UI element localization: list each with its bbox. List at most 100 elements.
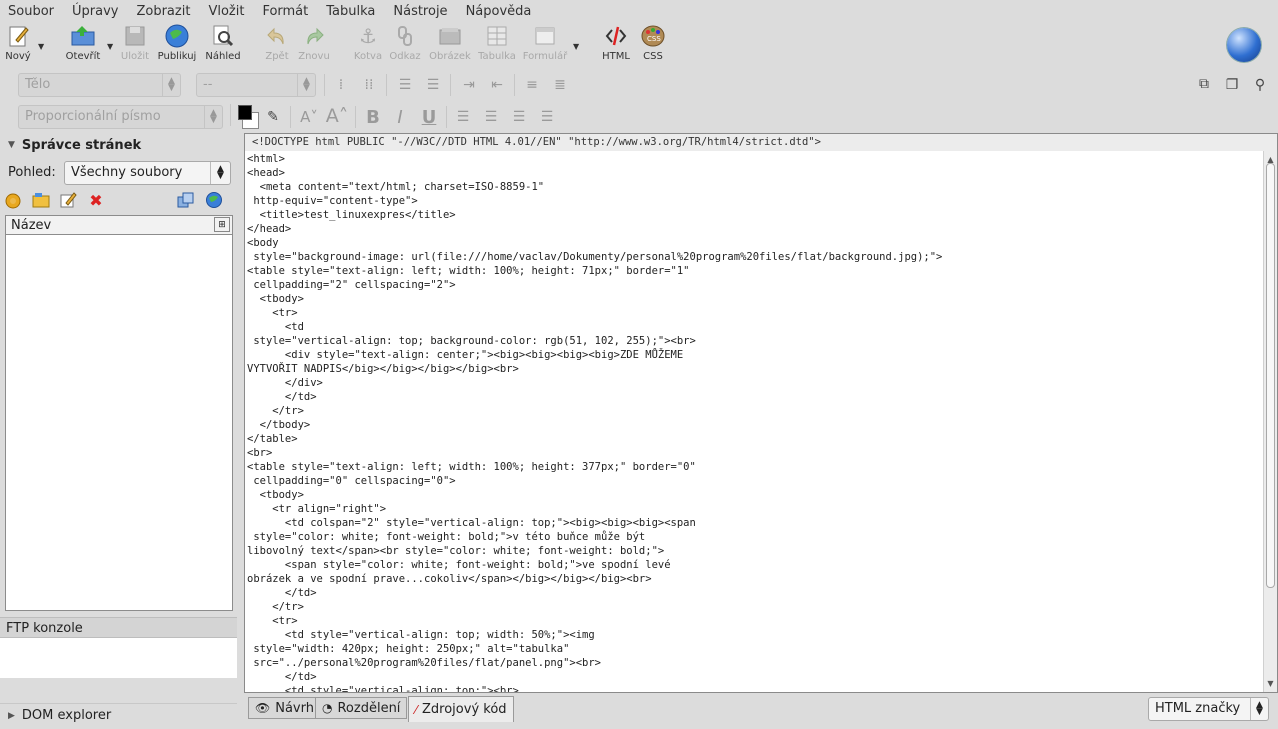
scrollbar-thumb[interactable] bbox=[1266, 163, 1275, 588]
table-button[interactable]: Tabulka bbox=[474, 24, 520, 62]
menu-vlozit[interactable]: Vložit bbox=[208, 4, 244, 19]
list-style-select[interactable]: -- ▲ ▼ bbox=[196, 73, 316, 97]
definition-list-icon[interactable]: ≣ bbox=[549, 74, 571, 96]
open-button[interactable]: Otevřít bbox=[60, 24, 106, 62]
css-button[interactable]: CSS CSS bbox=[630, 24, 676, 62]
edit-site-icon[interactable] bbox=[58, 190, 78, 210]
doctype-bar[interactable]: <!DOCTYPE html PUBLIC "-//W3C//DTD HTML … bbox=[245, 134, 1277, 151]
bullet-list-icon[interactable]: ☰ bbox=[422, 74, 444, 96]
justify-icon[interactable]: ☰ bbox=[536, 106, 558, 128]
align-left-icon[interactable]: ☰ bbox=[452, 106, 474, 128]
menu-zobrazit[interactable]: Zobrazit bbox=[136, 4, 190, 19]
menu-napoveda[interactable]: Nápověda bbox=[466, 4, 532, 19]
menu-tabulka[interactable]: Tabulka bbox=[326, 4, 375, 19]
menu-nastroje[interactable]: Nástroje bbox=[393, 4, 447, 19]
code-line: <tr align="right"> bbox=[247, 503, 387, 515]
spin-arrows-icon: ▲ ▼ bbox=[297, 74, 315, 96]
preview-button[interactable]: Náhled bbox=[200, 24, 246, 62]
code-line: <td style="vertical-align: top;"><br> bbox=[247, 685, 519, 692]
separator bbox=[324, 74, 325, 96]
align-right-icon[interactable]: ☰ bbox=[508, 106, 530, 128]
spin-arrows-icon: ▲ ▼ bbox=[1250, 698, 1268, 720]
css-palette-icon: CSS bbox=[640, 24, 666, 48]
code-area[interactable]: <html> <head> <meta content="text/html; c… bbox=[246, 152, 1262, 692]
open-site-folder-icon[interactable] bbox=[31, 190, 51, 210]
zoom-icon[interactable]: ⚲ bbox=[1249, 74, 1271, 96]
image-button[interactable]: Obrázek bbox=[427, 24, 473, 62]
italic-icon[interactable]: I bbox=[389, 106, 411, 128]
menu-format[interactable]: Formát bbox=[262, 4, 308, 19]
bold-icon[interactable]: B bbox=[362, 106, 384, 128]
align-center-icon[interactable]: ☰ bbox=[480, 106, 502, 128]
code-line: <div style="text-align: center;"><big><b… bbox=[247, 349, 684, 361]
mode-value: HTML značky bbox=[1155, 701, 1241, 716]
code-line: cellpadding="0" cellspacing="0"> bbox=[247, 475, 456, 487]
svg-text:CSS: CSS bbox=[647, 35, 661, 43]
table-edit-icon[interactable]: ⧉ bbox=[1193, 73, 1215, 95]
new-dropdown-icon[interactable]: ▼ bbox=[38, 42, 44, 51]
view-value: Všechny soubory bbox=[71, 165, 183, 180]
ftp-console-title: FTP konzole bbox=[6, 621, 83, 636]
delete-site-icon[interactable]: ✖ bbox=[86, 190, 106, 210]
save-button[interactable]: Uložit bbox=[112, 24, 158, 62]
paragraph-style-select[interactable]: Tělo ▲ ▼ bbox=[18, 73, 181, 97]
redo-button[interactable]: Znovu bbox=[291, 24, 337, 62]
nbsp-icon[interactable]: ⁞⁞ bbox=[358, 74, 380, 96]
form-label: Formulář bbox=[522, 51, 568, 62]
code-line: </head> bbox=[247, 223, 292, 235]
menu-soubor[interactable]: Soubor bbox=[8, 4, 54, 19]
form-dropdown-icon[interactable]: ▼ bbox=[573, 42, 579, 51]
mode-select[interactable]: HTML značky ▲ ▼ bbox=[1148, 697, 1269, 721]
tab-design[interactable]: 👁 Návrh bbox=[248, 697, 321, 719]
indent-icon[interactable]: ⇥ bbox=[458, 74, 480, 96]
code-line: VYTVOŘIT NADPIS</big></big></big></big><… bbox=[247, 363, 519, 375]
site-manager-title: Správce stránek bbox=[21, 137, 142, 153]
smaller-font-icon[interactable]: A˅ bbox=[298, 106, 320, 128]
tab-split[interactable]: ◔ Rozdělení bbox=[315, 697, 408, 719]
ftp-console-header[interactable]: FTP konzole bbox=[0, 617, 237, 638]
tab-source[interactable]: ⁄ Zdrojový kód bbox=[408, 696, 514, 722]
new-button[interactable]: Nový bbox=[0, 24, 41, 62]
tree-column-header[interactable]: Název ⊞ bbox=[6, 216, 232, 235]
browse-globe-icon[interactable] bbox=[204, 190, 224, 210]
scroll-down-arrow-icon[interactable]: ▼ bbox=[1264, 677, 1277, 690]
tab-design-label: Návrh bbox=[275, 700, 314, 716]
line-break-icon[interactable]: ⁞ bbox=[330, 74, 352, 96]
form-button[interactable]: Formulář bbox=[522, 24, 568, 62]
format-toolbar-2: Proporcionální písmo ▲ ▼ ✎ A˅ A˄ B I U ☰ … bbox=[0, 103, 1278, 131]
layers-icon[interactable]: ❐ bbox=[1221, 74, 1243, 96]
copy-sites-icon[interactable] bbox=[176, 190, 196, 210]
publish-button[interactable]: Publikuj bbox=[154, 24, 200, 62]
view-select[interactable]: Všechny soubory ▲ ▼ bbox=[64, 161, 231, 185]
code-line: <head> bbox=[247, 167, 285, 179]
numbered-list-icon[interactable]: ☰ bbox=[394, 74, 416, 96]
anchor-icon: ⚓ bbox=[359, 24, 377, 48]
underline-icon[interactable]: U bbox=[418, 106, 440, 128]
menu-upravy[interactable]: Úpravy bbox=[72, 4, 118, 19]
vertical-scrollbar[interactable]: ▲ ▼ bbox=[1263, 151, 1277, 692]
list-style-value: -- bbox=[203, 77, 213, 92]
preview-label: Náhled bbox=[205, 51, 241, 62]
highlight-pen-icon[interactable]: ✎ bbox=[262, 106, 284, 128]
code-line: <tr> bbox=[247, 615, 298, 627]
horizontal-rule-icon[interactable]: ≡ bbox=[521, 74, 543, 96]
link-button[interactable]: Odkaz bbox=[382, 24, 428, 62]
dom-explorer-header[interactable]: ▶ DOM explorer bbox=[0, 703, 237, 727]
new-site-icon[interactable] bbox=[3, 190, 23, 210]
outdent-icon[interactable]: ⇤ bbox=[486, 74, 508, 96]
separator bbox=[230, 104, 231, 126]
larger-font-icon[interactable]: A˄ bbox=[326, 105, 349, 127]
separator bbox=[450, 74, 451, 96]
file-tree[interactable]: Název ⊞ bbox=[5, 215, 233, 611]
code-line: src="../personal%20program%20files/flat/… bbox=[247, 657, 602, 669]
color-picker[interactable] bbox=[236, 104, 260, 130]
site-manager-header[interactable]: ▼ Správce stránek bbox=[0, 133, 237, 157]
code-line: </div> bbox=[247, 377, 323, 389]
link-chain-icon bbox=[392, 24, 418, 48]
eye-icon: 👁 bbox=[255, 701, 271, 715]
font-select[interactable]: Proporcionální písmo ▲ ▼ bbox=[18, 105, 223, 129]
anchor-label: Kotva bbox=[353, 51, 383, 62]
column-chooser-icon[interactable]: ⊞ bbox=[214, 217, 230, 232]
html-tag-icon bbox=[603, 24, 629, 48]
code-line: </td> bbox=[247, 391, 317, 403]
